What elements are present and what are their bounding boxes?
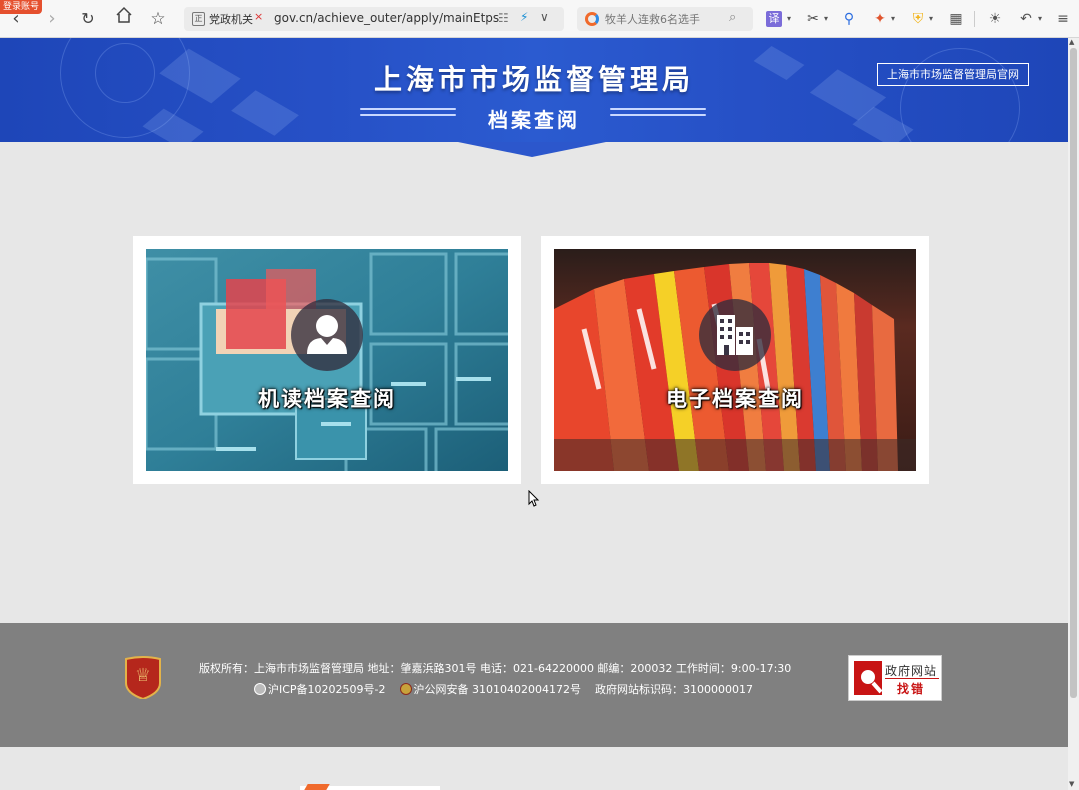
bookmark-star-icon[interactable]: ☆	[145, 6, 171, 32]
address-url[interactable]: gov.cn/achieve_outer/apply/mainEtps	[274, 11, 499, 25]
building-icon	[699, 299, 771, 371]
banner-notch	[458, 142, 606, 157]
page-content: 上海市市场监督管理局 档案查阅 上海市市场监督管理局官网 机读档案查阅 电子档案…	[0, 38, 1068, 790]
card-image-filing-cabinet[interactable]: 机读档案查阅	[146, 249, 508, 471]
vertical-scrollbar[interactable]: ▲ ▼	[1068, 38, 1079, 790]
undo-icon[interactable]: ↶	[1017, 8, 1035, 30]
magnifier-tool-icon[interactable]: ⚲	[840, 8, 858, 30]
police-record-link[interactable]: 沪公网安备 31010402004172号	[414, 683, 581, 696]
shield-dropdown-icon[interactable]: ▾	[927, 8, 935, 30]
party-government-badge-icon[interactable]: ♕	[124, 655, 162, 701]
search-icon[interactable]: ⌕	[729, 10, 736, 25]
police-badge-icon	[399, 683, 412, 695]
shield-icon[interactable]: ⛨	[909, 8, 927, 30]
title-ornament-right	[610, 108, 706, 120]
undo-dropdown-icon[interactable]: ▾	[1036, 8, 1044, 30]
page-subtitle: 档案查阅	[488, 108, 580, 132]
mouse-cursor-icon	[528, 489, 540, 512]
translate-icon[interactable]: 译	[766, 11, 782, 27]
official-site-link[interactable]: 上海市市场监督管理局官网	[877, 63, 1029, 86]
footer-copyright: 版权所有：上海市市场监督管理局 地址：肇嘉浜路301号 电话：021-64220…	[199, 662, 792, 675]
scissors-dropdown-icon[interactable]: ▾	[822, 8, 830, 30]
find-error-icon	[854, 661, 883, 695]
lightning-icon[interactable]: ⚡	[520, 10, 528, 24]
forward-icon[interactable]: ›	[39, 6, 65, 32]
menu-icon[interactable]: ≡	[1054, 8, 1072, 30]
svg-text:♕: ♕	[135, 665, 151, 686]
scissors-icon[interactable]: ✂	[804, 8, 822, 30]
site-name-label: 党政机关	[209, 13, 253, 26]
home-icon[interactable]	[111, 6, 137, 32]
card-electronic-archive[interactable]: 电子档案查阅	[541, 236, 929, 484]
card-label[interactable]: 电子档案查阅	[554, 383, 916, 413]
find-error-line2: 找错	[897, 682, 926, 696]
qr-code-icon[interactable]: ☷	[498, 11, 509, 25]
card-label[interactable]: 机读档案查阅	[146, 383, 508, 413]
person-icon	[291, 299, 363, 371]
find-error-line1: 政府网站	[885, 664, 938, 678]
card-machine-readable-archive[interactable]: 机读档案查阅	[133, 236, 521, 484]
footer: ♕ 版权所有：上海市市场监督管理局 地址：肇嘉浜路301号 电话：021-642…	[0, 623, 1068, 747]
site-warning-icon: ×	[254, 10, 264, 23]
translate-dropdown-icon[interactable]: ▾	[785, 8, 793, 30]
game-icon[interactable]: ✦	[871, 8, 889, 30]
scroll-up-arrow-icon[interactable]: ▲	[1069, 38, 1074, 46]
bottom-partial-element	[300, 784, 440, 790]
card-image-colored-folders[interactable]: 电子档案查阅	[554, 249, 916, 471]
icp-icon	[254, 683, 266, 695]
back-icon[interactable]: ‹	[3, 6, 29, 32]
address-bar[interactable]: 正 党政机关 × gov.cn/achieve_outer/apply/main…	[184, 7, 564, 31]
browser-toolbar: 登录账号 ‹ › ↻ ☆ 正 党政机关 × gov.cn/achieve_out…	[0, 0, 1079, 38]
site-certificate-icon[interactable]: 正	[192, 12, 205, 26]
game-dropdown-icon[interactable]: ▾	[889, 8, 897, 30]
header-banner: 上海市市场监督管理局 档案查阅 上海市市场监督管理局官网	[0, 38, 1068, 142]
footer-registrations: 沪ICP备10202509号-2 沪公网安备 31010402004172号 政…	[254, 681, 753, 697]
search-input[interactable]	[605, 10, 725, 28]
search-engine-icon[interactable]	[585, 12, 599, 26]
apps-grid-icon[interactable]: ▦	[947, 8, 965, 30]
refresh-icon[interactable]: ↻	[75, 6, 101, 32]
icp-link[interactable]: 沪ICP备10202509号-2	[268, 683, 386, 696]
brightness-icon[interactable]: ☀	[985, 8, 1005, 30]
search-box[interactable]: ⌕	[577, 7, 753, 31]
find-error-divider	[885, 678, 939, 679]
chevron-down-icon[interactable]: ∨	[540, 10, 549, 24]
scrollbar-thumb[interactable]	[1070, 48, 1077, 698]
find-error-button[interactable]: 政府网站 找错	[848, 655, 942, 701]
scroll-down-arrow-icon[interactable]: ▼	[1069, 780, 1074, 788]
toolbar-divider	[974, 11, 975, 27]
site-code: 政府网站标识码：3100000017	[595, 683, 753, 696]
